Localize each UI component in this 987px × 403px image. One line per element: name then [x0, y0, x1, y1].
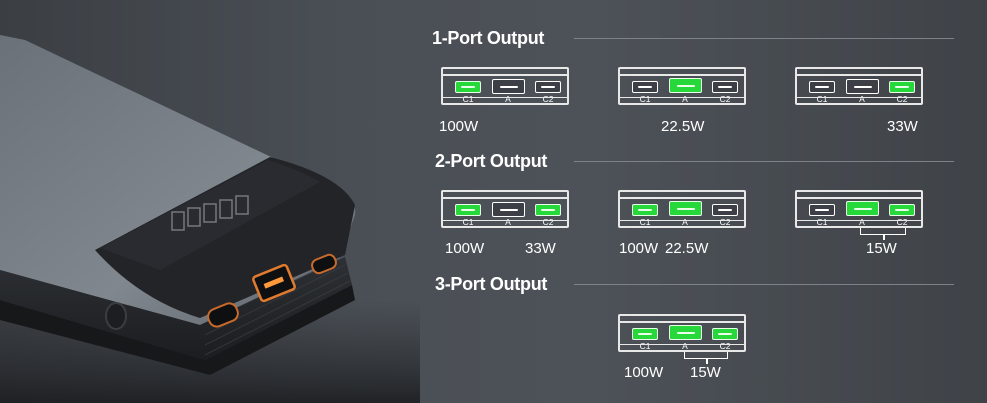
power-bank-image	[0, 35, 420, 403]
watt-label: 100W	[445, 240, 485, 257]
port-label-c1: C1	[639, 341, 651, 351]
watt-label: 22.5W	[661, 118, 705, 135]
usb-a-port-icon	[669, 201, 702, 216]
port-label-c1: C1	[816, 217, 828, 227]
shared-output-bracket	[860, 228, 906, 240]
usb-c1-port-icon	[632, 328, 658, 340]
port-diagram-all-active: C1 A C2	[618, 314, 746, 352]
port-label-c2: C2	[719, 341, 731, 351]
usb-c2-port-icon	[535, 204, 561, 216]
usb-a-port-icon	[669, 325, 702, 340]
port-diagram-a-c2-active: C1 A C2	[795, 190, 923, 228]
usb-a-port-icon	[846, 201, 879, 216]
port-label-c1: C1	[462, 94, 474, 104]
section-divider	[574, 284, 954, 285]
port-label-a: A	[859, 94, 865, 104]
usb-a-port-icon	[669, 78, 702, 93]
section-divider	[574, 38, 954, 39]
usb-c1-port-icon	[809, 204, 835, 216]
port-label-c2: C2	[896, 217, 908, 227]
port-label-c2: C2	[719, 217, 731, 227]
port-diagram-a-active: C1 A C2	[618, 67, 746, 105]
usb-c2-port-icon	[889, 81, 915, 93]
usb-c1-port-icon	[455, 204, 481, 216]
port-diagram-c2-active: C1 A C2	[795, 67, 923, 105]
port-label-a: A	[682, 341, 688, 351]
port-label-c2: C2	[542, 217, 554, 227]
usb-c2-port-icon	[712, 81, 738, 93]
port-label-c1: C1	[816, 94, 828, 104]
section-title-2-port: 2-Port Output	[435, 151, 548, 171]
port-diagram-c1-a-active: C1 A C2	[618, 190, 746, 228]
port-label-c2: C2	[896, 94, 908, 104]
watt-label: 100W	[624, 364, 664, 381]
port-label-c2: C2	[719, 94, 731, 104]
usb-c2-port-icon	[712, 328, 738, 340]
section-title-3-port: 3-Port Output	[435, 274, 548, 294]
usb-c1-port-icon	[632, 204, 658, 216]
section-divider	[574, 161, 954, 162]
port-label-a: A	[859, 217, 865, 227]
usb-c1-port-icon	[809, 81, 835, 93]
port-label-a: A	[682, 217, 688, 227]
port-diagram-c1-c2-active: C1 A C2	[441, 190, 569, 228]
shared-output-bracket	[684, 352, 728, 364]
port-label-a: A	[505, 94, 511, 104]
usb-a-port-icon	[492, 202, 525, 217]
port-label-c1: C1	[462, 217, 474, 227]
usb-c1-port-icon	[455, 81, 481, 93]
watt-label: 15W	[690, 364, 721, 381]
section-title-1-port: 1-Port Output	[432, 28, 545, 48]
watt-label: 22.5W	[665, 240, 709, 257]
port-label-c1: C1	[639, 94, 651, 104]
usb-c1-port-icon	[632, 81, 658, 93]
port-label-a: A	[682, 94, 688, 104]
port-label-c2: C2	[542, 94, 554, 104]
usb-a-port-icon	[492, 79, 525, 94]
watt-label: 33W	[887, 118, 918, 135]
port-label-a: A	[505, 217, 511, 227]
watt-label: 100W	[439, 118, 479, 135]
usb-c2-port-icon	[535, 81, 561, 93]
usb-a-port-icon	[846, 79, 879, 94]
port-label-c1: C1	[639, 217, 651, 227]
watt-label: 100W	[619, 240, 659, 257]
usb-c2-port-icon	[712, 204, 738, 216]
usb-c2-port-icon	[889, 204, 915, 216]
watt-label: 33W	[525, 240, 556, 257]
port-diagram-c1-active: C1 A C2	[441, 67, 569, 105]
watt-label: 15W	[866, 240, 897, 257]
